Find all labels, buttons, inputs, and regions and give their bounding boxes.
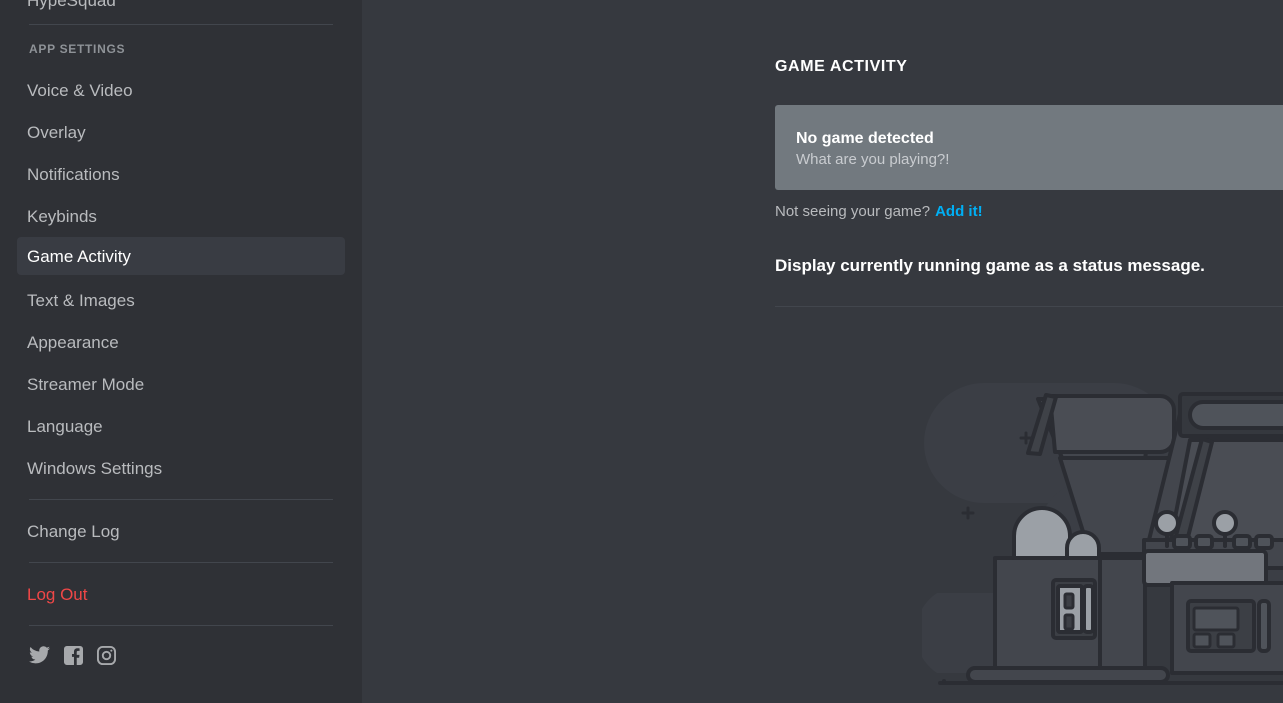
sidebar-item-notifications[interactable]: Notifications — [17, 153, 345, 195]
instagram-icon[interactable] — [97, 645, 116, 665]
sidebar-item-game-activity[interactable]: Game Activity — [17, 237, 345, 275]
sidebar-item-keybinds[interactable]: Keybinds — [17, 195, 345, 237]
sidebar-item-language[interactable]: Language — [17, 405, 345, 447]
sidebar-item-label: Appearance — [27, 332, 119, 352]
sidebar-item-label: Windows Settings — [27, 458, 163, 478]
settings-sidebar: HypeSquad APP SETTINGS Voice & Video Ove… — [0, 0, 362, 703]
social-links — [29, 640, 333, 670]
arcade-illustration-svg — [915, 383, 1283, 685]
content-divider — [775, 306, 1283, 307]
sidebar-item-appearance[interactable]: Appearance — [17, 321, 345, 363]
not-seeing-game-row: Not seeing your game? Add it! — [775, 203, 983, 221]
sidebar-item-label: Overlay — [27, 122, 86, 142]
sidebar-item-voice-and-video[interactable]: Voice & Video — [17, 69, 345, 111]
plus-sparkle-icon — [961, 506, 975, 520]
sidebar-item-label: Change Log — [27, 521, 120, 541]
game-card-subtitle: What are you playing?! — [796, 151, 950, 168]
arcade-illustration — [915, 368, 1283, 703]
no-game-detected-card: No game detected What are you playing?! — [775, 105, 1283, 190]
sidebar-item-label: Game Activity — [27, 246, 131, 266]
display-game-status-row: Display currently running game as a stat… — [775, 252, 1283, 280]
twitter-icon[interactable] — [29, 646, 50, 664]
sidebar-item-hypesquad[interactable]: HypeSquad — [17, 0, 345, 9]
sidebar-divider-socials — [29, 625, 333, 626]
sidebar-item-change-log[interactable]: Change Log — [17, 510, 345, 552]
sidebar-item-label: Streamer Mode — [27, 374, 145, 394]
sidebar-item-label: Log Out — [27, 584, 88, 604]
page-title: GAME ACTIVITY — [775, 58, 908, 75]
sidebar-section-app-settings: APP SETTINGS — [29, 42, 126, 56]
dot-icon — [942, 679, 946, 683]
sidebar-item-streamer-mode[interactable]: Streamer Mode — [17, 363, 345, 405]
settings-window: HypeSquad APP SETTINGS Voice & Video Ove… — [0, 0, 1283, 703]
sidebar-divider-logout — [29, 562, 333, 563]
facebook-icon[interactable] — [64, 645, 83, 665]
sidebar-item-label: Language — [27, 416, 103, 436]
sidebar-item-overlay[interactable]: Overlay — [17, 111, 345, 153]
sidebar-item-label: Notifications — [27, 164, 120, 184]
game-card-title: No game detected — [796, 130, 934, 147]
add-game-link[interactable]: Add it! — [935, 203, 982, 220]
not-seeing-game-text: Not seeing your game? — [775, 203, 931, 220]
sidebar-divider-top — [29, 24, 333, 25]
settings-main-content: GAME ACTIVITY No game detected What are … — [362, 0, 1283, 703]
sidebar-divider-middle — [29, 499, 333, 500]
sidebar-item-text-and-images[interactable]: Text & Images — [17, 279, 345, 321]
sidebar-item-windows-settings[interactable]: Windows Settings — [17, 447, 345, 489]
sidebar-item-label: Text & Images — [27, 290, 135, 310]
display-game-status-label: Display currently running game as a stat… — [775, 256, 1205, 275]
sidebar-item-label: Keybinds — [27, 206, 97, 226]
sidebar-content: HypeSquad APP SETTINGS Voice & Video Ove… — [0, 0, 362, 670]
sidebar-item-label: HypeSquad — [27, 0, 116, 10]
sidebar-item-log-out[interactable]: Log Out — [17, 573, 345, 615]
sidebar-item-label: Voice & Video — [27, 80, 133, 100]
